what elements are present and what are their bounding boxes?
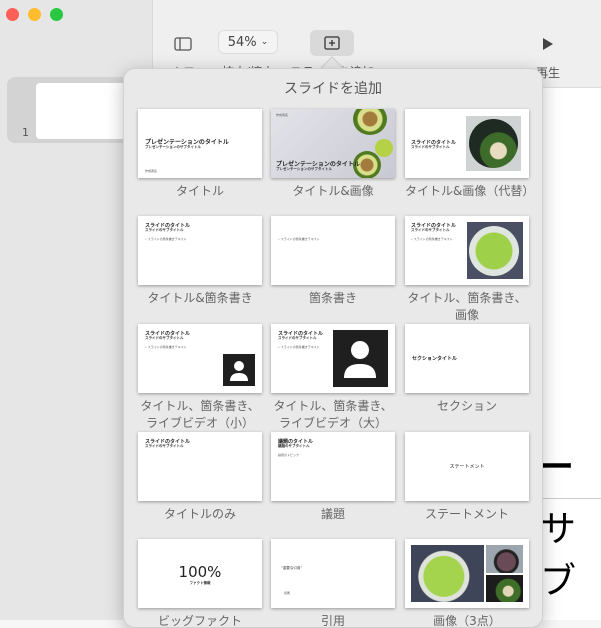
slide-number: 1 <box>22 126 29 139</box>
layout-label: 箇条書き <box>308 291 357 305</box>
layout-label: 画像（3点） <box>433 614 501 628</box>
layout-label: タイトル&画像（代替） <box>405 184 535 198</box>
chevron-down-icon: ⌄ <box>260 37 269 47</box>
layout-live-video-small[interactable]: スライドのタイトル スライドのサブタイトル • スライドの箇条書きテキスト タイトル… <box>138 324 262 432</box>
layout-agenda[interactable]: 議題のタイトル 議題のサブタイトル 議題のトピック 議題 <box>271 432 395 523</box>
window-controls <box>6 8 63 21</box>
layout-title-image[interactable]: 作成者名 プレゼンテーションのタイトル プレゼンテーションのサブタイトル タイトル&… <box>271 109 395 200</box>
layout-title-bullets[interactable]: スライドのタイトル スライドのサブタイトル • スライドの箇条書きテキスト タイトル… <box>138 216 262 307</box>
pasta-image <box>411 545 484 602</box>
thumb-footer: 作成者名 <box>276 113 289 117</box>
layout-label: タイトル <box>175 184 224 198</box>
person-icon <box>223 354 255 386</box>
layout-label: 議題 <box>320 507 345 521</box>
close-button[interactable] <box>6 8 19 21</box>
salad-image <box>486 575 523 602</box>
layout-label: タイトル&箇条書き <box>147 291 253 305</box>
thumb-subtitle: スライドのサブタイトル <box>145 228 184 232</box>
sidebar-icon <box>163 32 203 56</box>
layout-label: ステートメント <box>424 507 509 521</box>
layout-label: タイトル、箇条書き、ライブビデオ（小） <box>140 399 260 430</box>
minimize-button[interactable] <box>28 8 41 21</box>
layout-title-bullets-image[interactable]: スライドのタイトル スライドのサブタイトル • スライドの箇条書きテキスト タイトル… <box>405 216 529 324</box>
thumb-subtitle: プレゼンテーションのサブタイトル <box>145 145 201 149</box>
thumb-footer: 作成者名 <box>145 169 158 173</box>
layout-label: 引用 <box>320 614 345 628</box>
thumb-bullet: • スライドの箇条書きテキスト <box>411 237 453 241</box>
layout-live-video-large[interactable]: スライドのタイトル スライドのサブタイトル • スライドの箇条書きテキスト タイトル… <box>271 324 395 432</box>
layout-statement[interactable]: ステートメント ステートメント <box>405 432 529 523</box>
pasta-image <box>467 222 523 279</box>
add-slide-popover: スライドを追加 プレゼンテーションのタイトル プレゼンテーションのサブタイトル 作成… <box>123 68 543 628</box>
slide-subtitle-fragment: サブ <box>540 509 577 602</box>
layout-three-images[interactable]: 画像（3点） <box>405 539 529 628</box>
layout-label: タイトルのみ <box>163 507 236 521</box>
add-slide-icon <box>310 30 354 56</box>
layout-label: セクション <box>436 399 497 413</box>
thumb-subtitle: ファクト情報 <box>189 581 211 585</box>
thumb-subtitle: スライドのサブタイトル <box>145 336 184 340</box>
thumb-title: “重要な引用” <box>281 566 303 570</box>
thumb-title: セクションタイトル <box>412 356 458 362</box>
thumb-bullet: • スライドの箇条書きテキスト <box>278 345 320 349</box>
layout-section[interactable]: セクションタイトル セクション <box>405 324 529 415</box>
thumb-subtitle: スライドのサブタイトル <box>145 444 184 448</box>
thumb-title: 100% <box>178 563 222 581</box>
thumb-bullet: • スライドの箇条書きテキスト <box>145 237 187 241</box>
thumb-subtitle: スライドのサブタイトル <box>411 228 450 232</box>
zoom-button[interactable] <box>50 8 63 21</box>
layout-label: タイトル&画像 <box>292 184 374 198</box>
thumb-footer: 帰属 <box>284 591 291 595</box>
thumb-subtitle: プレゼンテーションのサブタイトル <box>276 167 332 171</box>
layout-label: ビッグファクト <box>157 614 242 628</box>
layout-big-fact[interactable]: 100% ファクト情報 ビッグファクト <box>138 539 262 628</box>
layout-title-image-alt[interactable]: スライドのタイトル スライドのサブタイトル タイトル&画像（代替） <box>405 109 535 200</box>
person-icon <box>333 330 388 387</box>
layout-quote[interactable]: “重要な引用” 帰属 引用 <box>271 539 395 628</box>
play-icon <box>530 32 566 56</box>
avocado-image <box>353 109 387 135</box>
slide-title-fragment: ー <box>538 447 575 488</box>
thumb-bullet: • スライドの箇条書きテキスト <box>278 237 320 241</box>
thumb-title: ステートメント <box>449 464 485 470</box>
layout-title[interactable]: プレゼンテーションのタイトル プレゼンテーションのサブタイトル 作成者名 タイトル <box>138 109 262 200</box>
salad-bowl-image <box>466 116 521 171</box>
layout-label: タイトル、箇条書き、画像 <box>407 291 527 322</box>
bowl-image <box>486 545 523 573</box>
popover-title: スライドを追加 <box>284 81 382 97</box>
thumb-subtitle: スライドのサブタイトル <box>278 336 317 340</box>
layout-title-only[interactable]: スライドのタイトル スライドのサブタイトル タイトルのみ <box>138 432 262 523</box>
thumb-subtitle: スライドのサブタイトル <box>411 145 450 149</box>
thumb-subtitle: 議題のサブタイトル <box>278 444 310 448</box>
layout-label: タイトル、箇条書き、ライブビデオ（大） <box>273 399 393 430</box>
zoom-value: 54% <box>227 34 257 50</box>
thumb-bullet: 議題のトピック <box>278 453 300 457</box>
thumb-bullet: • スライドの箇条書きテキスト <box>145 345 187 349</box>
layout-bullets[interactable]: • スライドの箇条書きテキスト 箇条書き <box>271 216 395 307</box>
